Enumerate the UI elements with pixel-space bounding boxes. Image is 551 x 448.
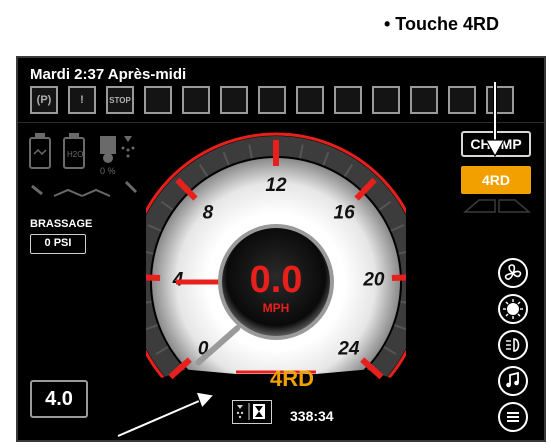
headlight-icon[interactable] [498, 330, 528, 360]
display-screen: Mardi 2:37 Après-midi (P)! STOP H2O 0 % [16, 56, 546, 442]
fan-speed-icon [100, 136, 116, 163]
left-status-icons: H2O 0 % [29, 133, 138, 197]
drive-mode-label: 4RD [269, 366, 314, 391]
hydraulic-pressure-icon [220, 86, 248, 114]
transmission-temp-icon [372, 86, 400, 114]
champ-mode-button[interactable]: CHAMP [461, 131, 531, 157]
air-filter-icon [296, 86, 324, 114]
service-icon [486, 86, 514, 114]
tick-label: 24 [337, 339, 360, 360]
nozzle-icon [121, 136, 135, 158]
speed-unit: MPH [263, 301, 290, 315]
fan-percent: 0 % [100, 166, 116, 176]
parking-brake-icon: (P) [30, 86, 58, 114]
tick-label: 12 [265, 175, 287, 196]
brassage-label: BRASSAGE [30, 218, 93, 230]
speedometer: 04812162024 0.0 MPH [146, 132, 406, 384]
major-tick [146, 274, 161, 281]
hour-meter-icon [232, 400, 272, 424]
menu-icon[interactable] [498, 402, 528, 432]
major-tick [391, 274, 406, 281]
warning-icon-bar: (P)! STOP [26, 86, 544, 116]
boom-spray-icon [31, 180, 138, 197]
application-rate-button[interactable]: 4.0 [30, 380, 88, 418]
tick-label: 20 [362, 270, 385, 291]
callout-touche-4rd: • Touche 4RD [384, 14, 499, 34]
warning-triangle-icon: ! [68, 86, 96, 114]
coolant-temp-icon [182, 86, 210, 114]
audio-icon[interactable] [498, 366, 528, 396]
worklight-icon[interactable] [498, 294, 528, 324]
fuel-filter-icon [334, 86, 362, 114]
oil-pressure-icon [410, 86, 438, 114]
steering-mode-indicator [462, 199, 532, 213]
4rd-mode-button[interactable]: 4RD [461, 166, 531, 194]
hour-meter-value: 338:34 [290, 408, 334, 424]
hydraulic-filter-icon [258, 86, 286, 114]
stop-icon: STOP [106, 86, 134, 114]
tick-label: 16 [334, 203, 356, 224]
glow-plug-icon [448, 86, 476, 114]
speed-readout: 0.0 [250, 259, 303, 301]
engine-check-icon [144, 86, 172, 114]
h2o-label: H2O [67, 150, 83, 159]
tick-label: 8 [203, 203, 214, 224]
battery-icon [29, 133, 51, 169]
brassage-pressure-value: 0 PSI [30, 234, 86, 254]
clock: Mardi 2:37 Après-midi [30, 66, 187, 83]
fan-icon[interactable] [498, 258, 528, 288]
